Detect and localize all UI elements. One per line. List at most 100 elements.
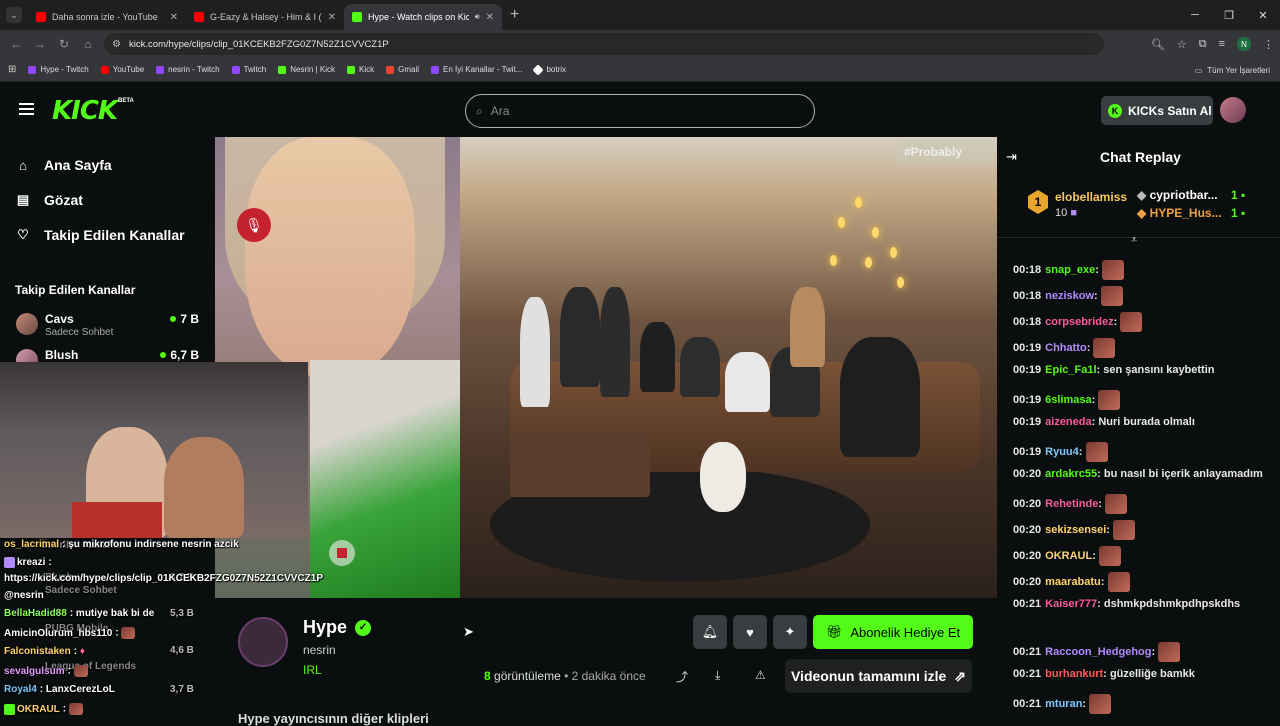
site-info-icon[interactable]: ⚙ [112,39,121,50]
video-player[interactable]: 🎙︎ #Probably [215,137,997,598]
forward-icon[interactable]: → [28,37,52,51]
overlay-chat-line: os_lacrimal: şu mikrofonu indirsene nesr… [4,539,239,550]
chat-separator: : [1097,468,1104,480]
expand-leaderboard-icon[interactable]: ⩡ [1131,234,1137,247]
chat-username[interactable]: Epic_Fa1l [1045,364,1096,376]
emote-icon [73,665,88,677]
viewer-count-text: 7 B [180,312,199,326]
chat-username[interactable]: neziskow [1045,290,1094,302]
share-icon[interactable]: ⤴ [676,668,688,685]
chat-username[interactable]: OKRAUL [1045,550,1092,562]
browser-tab[interactable]: Daha sonra izle - YouTube ✕ [28,4,186,30]
close-icon[interactable]: ✕ [170,12,178,23]
channel-title[interactable]: Hype ✓ [303,617,372,638]
hamburger-menu-icon[interactable] [19,103,34,115]
apps-icon[interactable]: ⊞ [8,64,16,75]
channel-name: Cavs [45,312,74,326]
tab-search-button[interactable]: ⌄ [6,7,22,23]
sparkle-icon: ✦ [784,624,796,639]
clip-streamer[interactable]: nesrin [303,643,336,657]
bookmark-item[interactable]: Kick [347,65,374,74]
all-bookmarks[interactable]: ▭ Tüm Yer İşaretleri [1195,58,1270,82]
chat-username[interactable]: snap_exe [1045,264,1095,276]
sparkle-button[interactable]: ✦ [773,615,807,649]
chat-username[interactable]: Ryuu4 [1045,446,1079,458]
new-tab-icon[interactable]: + [510,6,519,24]
rank-icon: ◆ [1137,206,1147,220]
zoom-icon[interactable]: 🔍︎ [1151,38,1165,51]
browser-toolbar: ← → ↻ ⌂ ⚙ kick.com/hype/clips/clip_01KCE… [0,30,1280,58]
emote-icon [68,703,83,715]
channel-avatar[interactable] [238,617,288,667]
chat-username[interactable]: 6slimasa [1045,394,1091,406]
chat-username[interactable]: mturan [1045,698,1082,710]
bookmark-star-icon[interactable]: ☆ [1177,38,1187,51]
chat-username[interactable]: ardakrc55 [1045,468,1097,480]
chat-username[interactable]: sekizsensei [1045,524,1106,536]
restore-icon[interactable]: ❐ [1212,0,1246,30]
bookmark-item[interactable]: Twitch [231,65,266,74]
chat-username[interactable]: corpsebridez [1045,316,1113,328]
gift-count: 1 ▪ [1231,206,1246,220]
sidebar-item-browse[interactable]: ▤ Gözat [16,192,83,208]
chat-username[interactable]: aizeneda [1045,416,1091,428]
search-input[interactable]: ⌕ Ara [465,94,815,128]
chat-username[interactable]: Rehetinde [1045,498,1098,510]
close-window-icon[interactable]: ✕ [1246,0,1280,30]
close-icon[interactable]: ✕ [486,12,494,23]
profile-avatar[interactable]: N [1237,37,1251,51]
bookmark-item[interactable]: botrix [532,63,566,76]
kick-logo[interactable]: KICK [52,96,118,126]
chat-username[interactable]: Raccoon_Hedgehog [1045,646,1151,658]
gift-icon: 🎁︎ [825,624,843,639]
gifter-name[interactable]: ◆ HYPE_Hus... [1137,206,1222,220]
follow-button[interactable]: ♥ [733,615,767,649]
chat-separator: : [1082,697,1090,710]
browser-tab-active[interactable]: Hype - Watch clips on Kick 🔊︎ ✕ [344,4,502,30]
sidebar-item-home[interactable]: ⌂ Ana Sayfa [16,157,112,173]
collapse-chat-icon[interactable]: ⇥ [1006,149,1017,165]
bookmark-item[interactable]: nesrin - Twitch [156,65,220,74]
sidebar-item-label: Ana Sayfa [44,157,112,173]
chat-username[interactable]: maarabatu [1045,576,1101,588]
media-icon[interactable]: ≡ [1219,38,1225,50]
chat-username[interactable]: Kaiser777 [1045,598,1097,610]
chat-username[interactable]: burhankurt [1045,668,1103,680]
extensions-icon[interactable]: ⧉ [1199,38,1207,51]
gift-subscription-button[interactable]: 🎁︎ Abonelik Hediye Et [813,615,973,649]
speaker-icon[interactable]: 🔊︎ [475,12,480,22]
clip-category[interactable]: IRL [303,663,322,677]
bookmark-item[interactable]: Nesrin | Kick [278,65,335,74]
bookmark-item[interactable]: En İyi Kanallar - Twit... [431,65,522,74]
home-icon[interactable]: ⌂ [76,37,100,51]
sidebar-item-following[interactable]: ♡ Takip Edilen Kanallar [16,227,184,243]
minimize-icon[interactable]: ─ [1178,0,1212,30]
emote-icon [121,627,136,639]
address-bar[interactable]: ⚙ kick.com/hype/clips/clip_01KCEKB2FZG0Z… [104,33,1104,55]
back-icon[interactable]: ← [4,37,28,51]
buy-kicks-button[interactable]: K KICKs Satın Al [1101,96,1213,125]
browser-tab[interactable]: G-Eazy & Halsey - Him & I (Lyri ✕ [186,4,344,30]
lamp [865,257,872,268]
menu-icon[interactable]: ⋮ [1263,38,1274,51]
watch-full-video-button[interactable]: Videonun tamamını izle ⇗ [785,659,972,693]
notification-button[interactable]: 🔔︎ [693,615,727,649]
bookmark-item[interactable]: Hype - Twitch [28,65,89,74]
close-icon[interactable]: ✕ [328,12,336,23]
chat-message: 00:18 corpsebridez: [1013,312,1275,332]
gifter-name[interactable]: ◆ cypriotbar... [1137,188,1218,202]
download-icon[interactable]: ⤓ [715,668,720,683]
chat-separator: : [1103,668,1110,680]
chat-username[interactable]: Chhatto [1045,342,1087,354]
user-avatar[interactable] [1220,97,1246,123]
bookmark-item[interactable]: Gmail [386,65,419,74]
channel-row[interactable]: Cavs Sadece Sohbet 7 B [16,310,199,338]
reload-icon[interactable]: ↻ [52,37,76,51]
top-gifter-name[interactable]: elobellamiss [1055,190,1127,204]
chat-separator: : [1078,445,1086,458]
channel-name: Blush [45,348,79,362]
chat-text: şu mikrofonu indirsene nesrin azcik [68,539,239,550]
gift-count-text: 1 [1231,206,1238,220]
report-icon[interactable]: ⚠ [755,668,766,682]
bookmark-item[interactable]: YouTube [100,65,144,74]
